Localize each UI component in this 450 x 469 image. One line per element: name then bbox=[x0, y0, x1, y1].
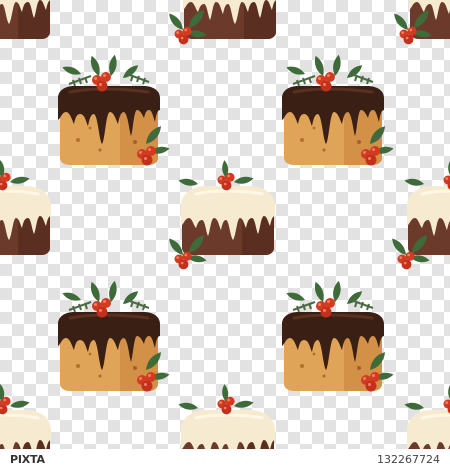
iced-pudding-top-left bbox=[0, 0, 51, 39]
watermark-image-id: 132267724 bbox=[377, 452, 440, 466]
pattern-canvas: PIXTA 132267724 bbox=[0, 0, 450, 469]
watermark-brand: PIXTA bbox=[10, 452, 45, 466]
christmas-pudding-pattern bbox=[0, 0, 450, 469]
watermark-bar: PIXTA 132267724 bbox=[0, 449, 450, 469]
